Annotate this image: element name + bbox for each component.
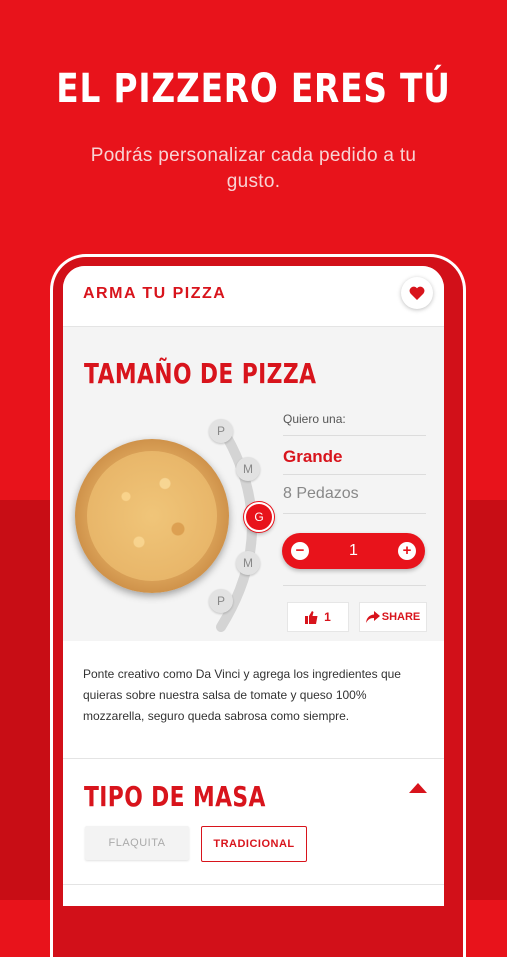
favorite-button[interactable] [401, 277, 433, 309]
thumbs-up-icon [305, 610, 318, 624]
app-bar-title: ARMA TU PIZZA [83, 285, 227, 302]
collapse-arrow-icon[interactable] [409, 783, 427, 793]
increment-button[interactable]: + [398, 542, 416, 560]
divider [283, 474, 426, 475]
size-option-g[interactable]: G [244, 502, 274, 532]
dough-option-tradicional[interactable]: TRADICIONAL [201, 826, 307, 862]
section-divider [63, 884, 444, 885]
quantity-stepper: − 1 + [282, 533, 425, 569]
hero-title: EL PIZZERO ERES TÚ [56, 66, 451, 112]
divider [283, 585, 426, 586]
size-section-title: TAMAÑO DE PIZZA [84, 357, 317, 390]
hero-subtitle: Podrás personalizar cada pedido a tu gus… [90, 145, 417, 192]
selected-size-slices: 8 Pedazos [283, 485, 359, 502]
like-count: 1 [324, 610, 331, 624]
size-section: TAMAÑO DE PIZZA P M G M P Quiero una: Gr… [63, 327, 444, 641]
pizza-description: Ponte creativo como Da Vinci y agrega lo… [83, 667, 401, 723]
app-screen: ARMA TU PIZZA TAMAÑO DE PIZZA P M G M P … [63, 266, 444, 906]
divider [283, 435, 426, 436]
size-option-m-top[interactable]: M [236, 457, 260, 481]
dough-option-flaquita[interactable]: FLAQUITA [85, 826, 189, 860]
size-option-m-bottom[interactable]: M [236, 551, 260, 575]
selected-size-name: Grande [283, 447, 343, 466]
section-divider [63, 758, 444, 759]
size-option-p-top[interactable]: P [209, 419, 233, 443]
dough-section-title: TIPO DE MASA [84, 780, 266, 813]
divider [283, 513, 426, 514]
share-arrow-icon [365, 611, 380, 623]
share-label: SHARE [381, 611, 421, 623]
app-bar: ARMA TU PIZZA [63, 266, 444, 327]
like-button[interactable]: 1 [287, 602, 349, 632]
heart-icon [409, 286, 425, 300]
size-option-p-bottom[interactable]: P [209, 589, 233, 613]
share-button[interactable]: SHARE [359, 602, 427, 632]
size-prompt: Quiero una: [283, 412, 346, 426]
